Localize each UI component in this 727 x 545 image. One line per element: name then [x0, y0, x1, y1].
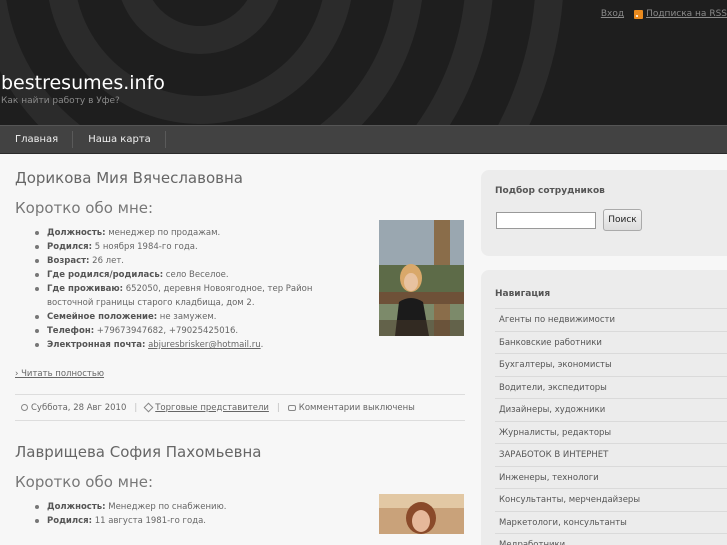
search-input[interactable] [496, 212, 596, 229]
main-nav: Главная Наша карта [0, 125, 727, 154]
list-item: Электронная почта: abjuresbrisker@hotmai… [15, 338, 360, 352]
list-item: Возраст: 26 лет. [15, 254, 360, 268]
top-links: Вход Подписка на RSS [601, 9, 727, 19]
comment-icon [287, 404, 296, 411]
post: Лаврищева София Пахомьевна Коротко обо м… [15, 443, 465, 534]
profile-photo [379, 494, 464, 534]
list-item: Должность: менеджер по продажам. [15, 226, 360, 240]
section-title: Коротко обо мне: [15, 473, 154, 491]
site-tagline: Как найти работу в Уфе? [1, 96, 120, 106]
list-item: Телефон: +79673947682, +79025425016. [15, 324, 360, 338]
list-item[interactable]: Водители, экспедиторы [495, 375, 727, 399]
post-meta: Суббота, 28 Авг 2010 | Торговые представ… [15, 394, 465, 421]
post-title[interactable]: Лаврищева София Пахомьевна [15, 443, 465, 461]
rss-icon [634, 9, 644, 19]
meta-separator: | [276, 402, 280, 413]
category-list: Агенты по недвижимости Банковские работн… [495, 308, 727, 545]
list-item[interactable]: Консультанты, мерчендайзеры [495, 488, 727, 511]
navigation-widget: Навигация Агенты по недвижимости Банковс… [481, 270, 727, 545]
post-comments: Комментарии выключены [298, 402, 415, 413]
list-item[interactable]: Банковские работники [495, 330, 727, 354]
post-category-link[interactable]: Торговые представители [155, 403, 269, 413]
profile-photo [379, 220, 464, 336]
resume-fields: Должность: Менеджер по снабжению. Родилс… [15, 500, 360, 528]
folder-icon [143, 402, 154, 413]
nav-item-map[interactable]: Наша карта [73, 131, 166, 148]
list-item[interactable]: Медработники [495, 533, 727, 545]
read-more-link[interactable]: › Читать полностью [15, 369, 465, 379]
list-item: Где родился/родилась: село Веселое. [15, 268, 360, 282]
search-button[interactable]: Поиск [603, 209, 642, 231]
list-item[interactable]: Агенты по недвижимости [495, 308, 727, 331]
list-item: Родился: 11 августа 1981-го года. [15, 514, 360, 528]
search-widget-title: Подбор сотрудников [495, 186, 605, 196]
post-date: Суббота, 28 Авг 2010 [31, 402, 127, 413]
list-item[interactable]: Дизайнеры, художники [495, 398, 727, 421]
list-item[interactable]: Журналисты, редакторы [495, 420, 727, 444]
meta-separator: | [134, 402, 138, 413]
list-item[interactable]: Инженеры, технологи [495, 465, 727, 489]
post-body: Должность: Менеджер по снабжению. Родилс… [15, 494, 465, 534]
navigation-widget-title: Навигация [495, 289, 551, 299]
nav-item-home[interactable]: Главная [0, 131, 74, 148]
list-item: Где проживаю: 652050, деревня Новоягодно… [15, 282, 360, 310]
email-link[interactable]: abjuresbrisker@hotmail.ru [148, 340, 261, 350]
resume-fields: Должность: менеджер по продажам. Родился… [15, 226, 360, 352]
search-widget: Подбор сотрудников Поиск [481, 170, 727, 256]
clock-icon [21, 404, 28, 411]
main-content: Дорикова Мия Вячеславовна Коротко обо мн… [15, 154, 465, 534]
list-item[interactable]: Маркетологи, консультанты [495, 510, 727, 534]
post: Дорикова Мия Вячеславовна Коротко обо мн… [15, 169, 465, 421]
site-header: Вход Подписка на RSS bestresumes.info Ка… [0, 0, 727, 125]
post-body: Должность: менеджер по продажам. Родился… [15, 220, 465, 352]
site-title[interactable]: bestresumes.info [1, 72, 165, 94]
list-item[interactable]: Бухгалтеры, экономисты [495, 353, 727, 376]
list-item: Должность: Менеджер по снабжению. [15, 500, 360, 514]
post-title[interactable]: Дорикова Мия Вячеславовна [15, 169, 465, 187]
rss-link[interactable]: Подписка на RSS [646, 9, 727, 19]
section-title: Коротко обо мне: [15, 199, 154, 217]
login-link[interactable]: Вход [601, 9, 624, 19]
list-item: Семейное положение: не замужем. [15, 310, 360, 324]
list-item[interactable]: ЗАРАБОТОК В ИНТЕРНЕТ [495, 443, 727, 466]
list-item: Родился: 5 ноября 1984-го года. [15, 240, 360, 254]
